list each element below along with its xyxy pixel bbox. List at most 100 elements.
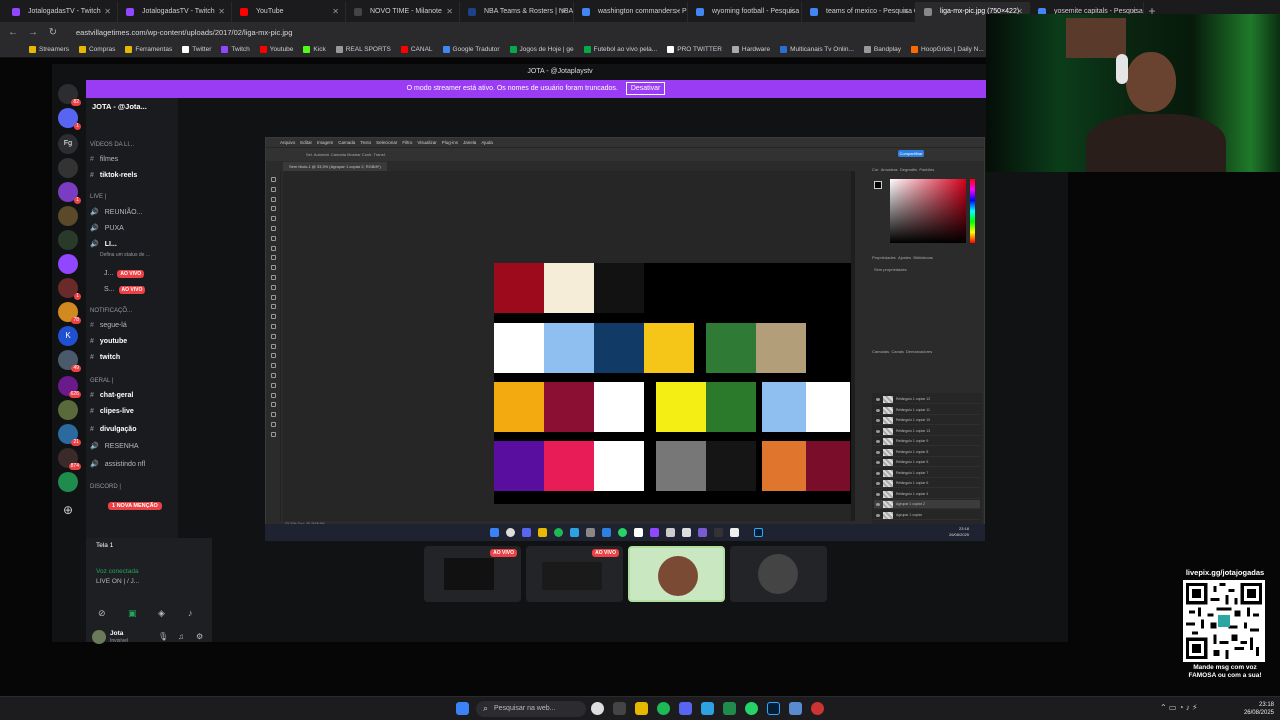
voice-channel[interactable]: LIVE ON | / J... (96, 578, 139, 585)
voice-channel[interactable]: 🔊 RESENHA (90, 442, 139, 450)
layer-row[interactable]: Retângulo 1 copiar 11 (874, 406, 980, 415)
eye-icon[interactable] (876, 408, 880, 412)
browser-tab[interactable]: teams of mexico - Pesquisa G ✕ (802, 2, 916, 22)
photoshop-icon[interactable] (767, 702, 780, 715)
ps-tool-icon[interactable] (271, 412, 276, 418)
ps-canvas[interactable] (283, 171, 851, 521)
server-icon[interactable]: Fg (58, 134, 78, 154)
eye-icon[interactable] (876, 492, 880, 496)
ps-tool-icon[interactable] (271, 353, 276, 359)
forward-icon[interactable]: → (28, 27, 38, 38)
channel-category[interactable]: NOTIFICAÇÕ... (90, 308, 132, 314)
ps-color-tabs[interactable]: Cor Amostras Degradês Padrões (872, 167, 934, 172)
add-server-icon[interactable]: ⊕ (58, 500, 78, 520)
layer-row[interactable]: Retângulo 1 copiar 5 (874, 458, 980, 467)
ps-tool-icon[interactable] (271, 422, 276, 427)
live-user-2[interactable]: S... AO VIVO (104, 286, 146, 294)
ps-tool-icon[interactable] (271, 216, 276, 222)
ps-tool-icon[interactable] (271, 235, 276, 241)
server-icon[interactable] (58, 400, 78, 420)
bookmark-item[interactable]: Twitter (177, 46, 216, 53)
close-icon[interactable]: ✕ (104, 2, 111, 22)
eye-icon[interactable] (876, 471, 880, 475)
bookmark-item[interactable]: REAL SPORTS (331, 46, 396, 53)
eye-icon[interactable] (876, 440, 880, 443)
discord-icon[interactable] (522, 528, 531, 537)
eye-icon[interactable] (876, 482, 880, 485)
ps-tool-icon[interactable] (271, 382, 276, 388)
ps-menu-item[interactable]: Editar (300, 140, 312, 145)
ps-menu-item[interactable]: Imagem (317, 140, 333, 145)
app-icon[interactable] (570, 528, 579, 537)
browser-tab[interactable]: NOVO TIME - Milanote ✕ (346, 2, 460, 22)
channel-category[interactable]: GERAL | (90, 378, 113, 384)
server-icon[interactable]: 874 (58, 448, 81, 470)
ps-layers-tabs[interactable]: Camadas Canais Demarcadores (872, 349, 932, 354)
text-channel[interactable]: # youtube (90, 338, 127, 345)
browser-tab[interactable]: JotalogadasTV - Twitch ✕ (4, 2, 118, 22)
bookmark-item[interactable]: PRO TWITTER (662, 46, 727, 53)
server-icon[interactable] (58, 254, 78, 274)
back-icon[interactable]: ← (8, 27, 18, 38)
bookmark-item[interactable]: Multicanais Tv Onlin... (775, 46, 859, 53)
spotify-icon[interactable] (554, 528, 563, 537)
app-icon[interactable] (602, 528, 611, 537)
screen-share-icon[interactable]: ▣ (128, 608, 137, 619)
ps-tool-icon[interactable] (271, 265, 276, 271)
server-icon[interactable] (58, 472, 78, 492)
bookmark-item[interactable]: Youtube (255, 46, 299, 53)
ps-tool-icon[interactable] (271, 333, 276, 339)
close-icon[interactable]: ✕ (446, 2, 453, 22)
ps-menu-item[interactable]: Janela (463, 140, 476, 145)
bookmark-item[interactable]: Futebol ao vivo pela... (579, 46, 663, 53)
bookmark-item[interactable]: Bandplay (859, 46, 906, 53)
notepad-icon[interactable] (789, 702, 802, 715)
bookmark-item[interactable]: Kick (298, 46, 330, 53)
ps-menu-item[interactable]: Filtro (402, 140, 412, 145)
ps-menu-item[interactable]: Camada (338, 140, 355, 145)
ps-tool-icon[interactable] (271, 392, 276, 398)
mention-pill[interactable]: 1 NOVA MENÇÃO (104, 502, 162, 510)
app-icon[interactable] (698, 528, 707, 537)
bookmark-item[interactable]: Twitch (216, 46, 254, 53)
ps-tool-icon[interactable] (271, 284, 276, 290)
text-channel[interactable]: # clipes-live (90, 408, 134, 415)
ps-tool-icon[interactable] (271, 294, 276, 300)
text-channel[interactable]: # tiktok-reels (90, 172, 137, 179)
ps-menu-item[interactable]: Texto (360, 140, 371, 145)
stream-tile-3[interactable] (628, 546, 725, 602)
browser-tab[interactable]: YouTube ✕ (232, 2, 346, 22)
close-icon[interactable]: ✕ (218, 2, 225, 22)
camera-icon[interactable]: ⊘ (98, 608, 106, 619)
server-name[interactable]: JOTA - @Jota... (92, 102, 147, 111)
app-icon[interactable] (666, 528, 675, 537)
ps-tool-icon[interactable] (271, 245, 276, 251)
app-icon[interactable] (714, 528, 723, 537)
soundboard-icon[interactable]: ♪ (188, 608, 193, 618)
eye-icon[interactable] (876, 419, 880, 422)
activity-icon[interactable]: ◈ (158, 608, 165, 619)
taskbar-clock[interactable]: 23:18 26/08/2025 (1232, 701, 1274, 717)
url-field[interactable]: eastvillagetimes.com/wp-content/uploads/… (76, 28, 292, 37)
chrome-icon[interactable] (506, 528, 515, 537)
close-icon[interactable]: ✕ (788, 2, 795, 22)
server-icon[interactable]: K (58, 326, 78, 346)
whatsapp-icon[interactable] (618, 528, 627, 537)
bookmark-item[interactable]: HoopGrids | Daily N... (906, 46, 989, 53)
share-button[interactable]: Compartilhar (898, 150, 924, 157)
bookmark-item[interactable]: Compras (74, 46, 120, 53)
ps-tool-icon[interactable] (271, 314, 276, 320)
layer-row[interactable]: Retângulo 1 copiar 7 (874, 469, 980, 478)
close-icon[interactable]: ✕ (332, 2, 339, 22)
ps-tool-icon[interactable] (271, 255, 276, 261)
eye-icon[interactable] (876, 503, 880, 506)
layer-row[interactable]: Retângulo 1 copiar 9 (874, 437, 980, 446)
start-icon[interactable] (490, 528, 499, 537)
stream-tile-2[interactable]: AO VIVO (526, 546, 623, 602)
server-icon[interactable]: 1 (58, 278, 81, 300)
text-channel[interactable]: # twitch (90, 354, 120, 361)
live-user-1[interactable]: J... AO VIVO (104, 270, 145, 278)
app-icon[interactable] (701, 702, 714, 715)
browser-tab[interactable]: washington commanders - Pe ✕ (574, 2, 688, 22)
layer-row[interactable]: Retângulo 1 copiar 8 (874, 448, 980, 457)
